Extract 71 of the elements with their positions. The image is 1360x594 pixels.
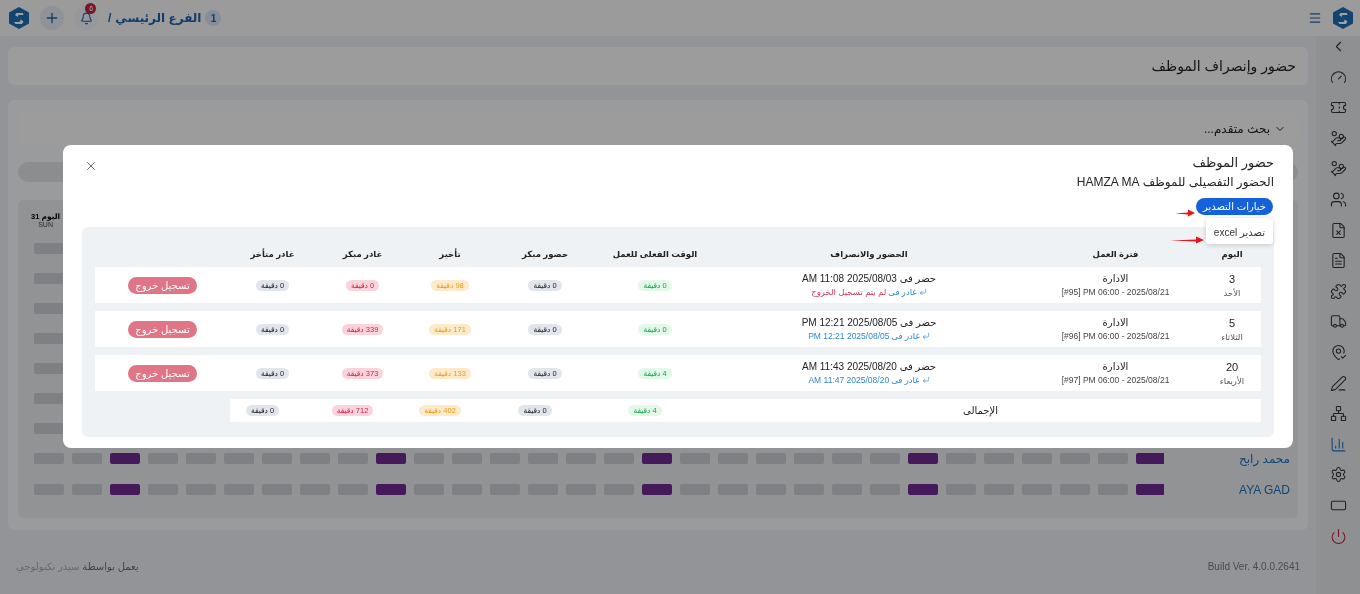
- check-out-value: 2025/08/05 12:21 PM: [808, 331, 890, 341]
- settings-icon[interactable]: [1329, 466, 1347, 484]
- column-header: فترة العمل: [1091, 249, 1140, 259]
- breadcrumb-separator: /: [108, 11, 112, 25]
- return-arrow-icon: [921, 376, 930, 384]
- file-x-icon[interactable]: [1329, 221, 1347, 239]
- shift-name: الادارة: [1102, 273, 1129, 284]
- notifications-button[interactable]: ٥: [74, 6, 98, 30]
- plus-icon: [44, 10, 60, 26]
- dialog-title: حضور الموظف: [1191, 155, 1274, 170]
- map-pin-icon[interactable]: [1329, 343, 1347, 361]
- total-label: الإجمالى: [963, 405, 998, 416]
- check-out-value: 2025/08/20 11:47 AM: [808, 375, 890, 385]
- column-header: غادر متأخر: [249, 249, 296, 259]
- check-out-value: لم يتم تسجيل الخروج: [811, 287, 887, 297]
- check-in-time: حضر فى 2025/08/05 12:21 PM: [801, 317, 937, 328]
- weekday-name: الثلاثاء: [1221, 331, 1243, 342]
- day-number: 20: [1225, 360, 1239, 373]
- column-header: تأخير: [438, 249, 462, 259]
- day-number: 5: [1228, 316, 1236, 329]
- column-header: الوقت الفعلى للعمل: [611, 249, 699, 259]
- column-header: حضور مبكر: [520, 249, 570, 259]
- hand-coins-icon[interactable]: [1329, 160, 1347, 178]
- column-header: غادر مبكر: [341, 249, 384, 259]
- column-header: اليوم: [1220, 249, 1244, 259]
- logo-icon: [1332, 6, 1354, 30]
- employee-name[interactable]: AYA GAD: [1239, 483, 1290, 497]
- day-number: 3: [1228, 272, 1236, 285]
- logo-icon: [8, 6, 30, 30]
- return-arrow-icon: [918, 288, 927, 296]
- menu-icon[interactable]: [1308, 11, 1322, 25]
- shift-period: [#95] PM 06:00 - 2025/08/21: [1061, 287, 1170, 297]
- shift-period: [#96] PM 06:00 - 2025/08/21: [1061, 331, 1170, 341]
- power-icon[interactable]: [1329, 527, 1347, 545]
- branch-count: 1: [205, 10, 222, 26]
- export-options-button[interactable]: خيارات التصدير: [1195, 198, 1273, 215]
- return-arrow-icon: [921, 332, 930, 340]
- check-out-button[interactable]: تسجيل خروج: [128, 364, 197, 382]
- document-icon[interactable]: [1329, 252, 1347, 270]
- shift-name: الادارة: [1102, 317, 1129, 328]
- close-icon[interactable]: [84, 159, 98, 173]
- branch-breadcrumb[interactable]: الفرع الرئيسي: [115, 11, 202, 25]
- notification-badge: ٥: [85, 3, 96, 14]
- check-out-label: غادر فى: [891, 331, 920, 341]
- check-out-label: غادر فى: [888, 287, 917, 297]
- shift-period: [#97] PM 06:00 - 2025/08/21: [1061, 375, 1170, 385]
- hand-coins-icon[interactable]: [1329, 129, 1347, 147]
- pen-icon[interactable]: [1329, 374, 1347, 392]
- add-button[interactable]: [40, 6, 64, 30]
- column-header: الحضور والانصراف: [829, 249, 909, 259]
- employee-name[interactable]: محمد رابح: [1239, 452, 1290, 466]
- network-icon[interactable]: [1329, 405, 1347, 423]
- gauge-icon[interactable]: [1329, 68, 1347, 86]
- annotation-arrow: [1174, 209, 1196, 217]
- weekday-name: الأربعاء: [1219, 375, 1245, 386]
- shift-name: الادارة: [1102, 361, 1129, 372]
- check-in-time: حضر فى 2025/08/03 11:08 AM: [802, 273, 936, 284]
- bell-icon: [79, 11, 93, 25]
- check-out-button[interactable]: تسجيل خروج: [128, 320, 197, 338]
- annotation-arrow: [1169, 236, 1205, 244]
- users-icon[interactable]: [1329, 190, 1347, 208]
- build-version: Build Ver. 4.0.0.2641: [1207, 560, 1300, 572]
- truck-icon[interactable]: [1329, 313, 1347, 331]
- check-in-time: حضر فى 2025/08/20 11:43 AM: [802, 361, 936, 372]
- export-menu-item[interactable]: تصدير excel: [1213, 227, 1265, 238]
- dialog-subtitle: الحضور التفصيلى للموظف HAMZA MA: [1076, 175, 1274, 189]
- puzzle-icon[interactable]: [1329, 282, 1347, 300]
- weekday-name: الأحد: [1223, 287, 1241, 298]
- check-out-label: غادر فى: [891, 375, 920, 385]
- check-out-button[interactable]: تسجيل خروج: [128, 276, 197, 294]
- page-title: حضور وإنصراف الموظف: [1151, 58, 1296, 74]
